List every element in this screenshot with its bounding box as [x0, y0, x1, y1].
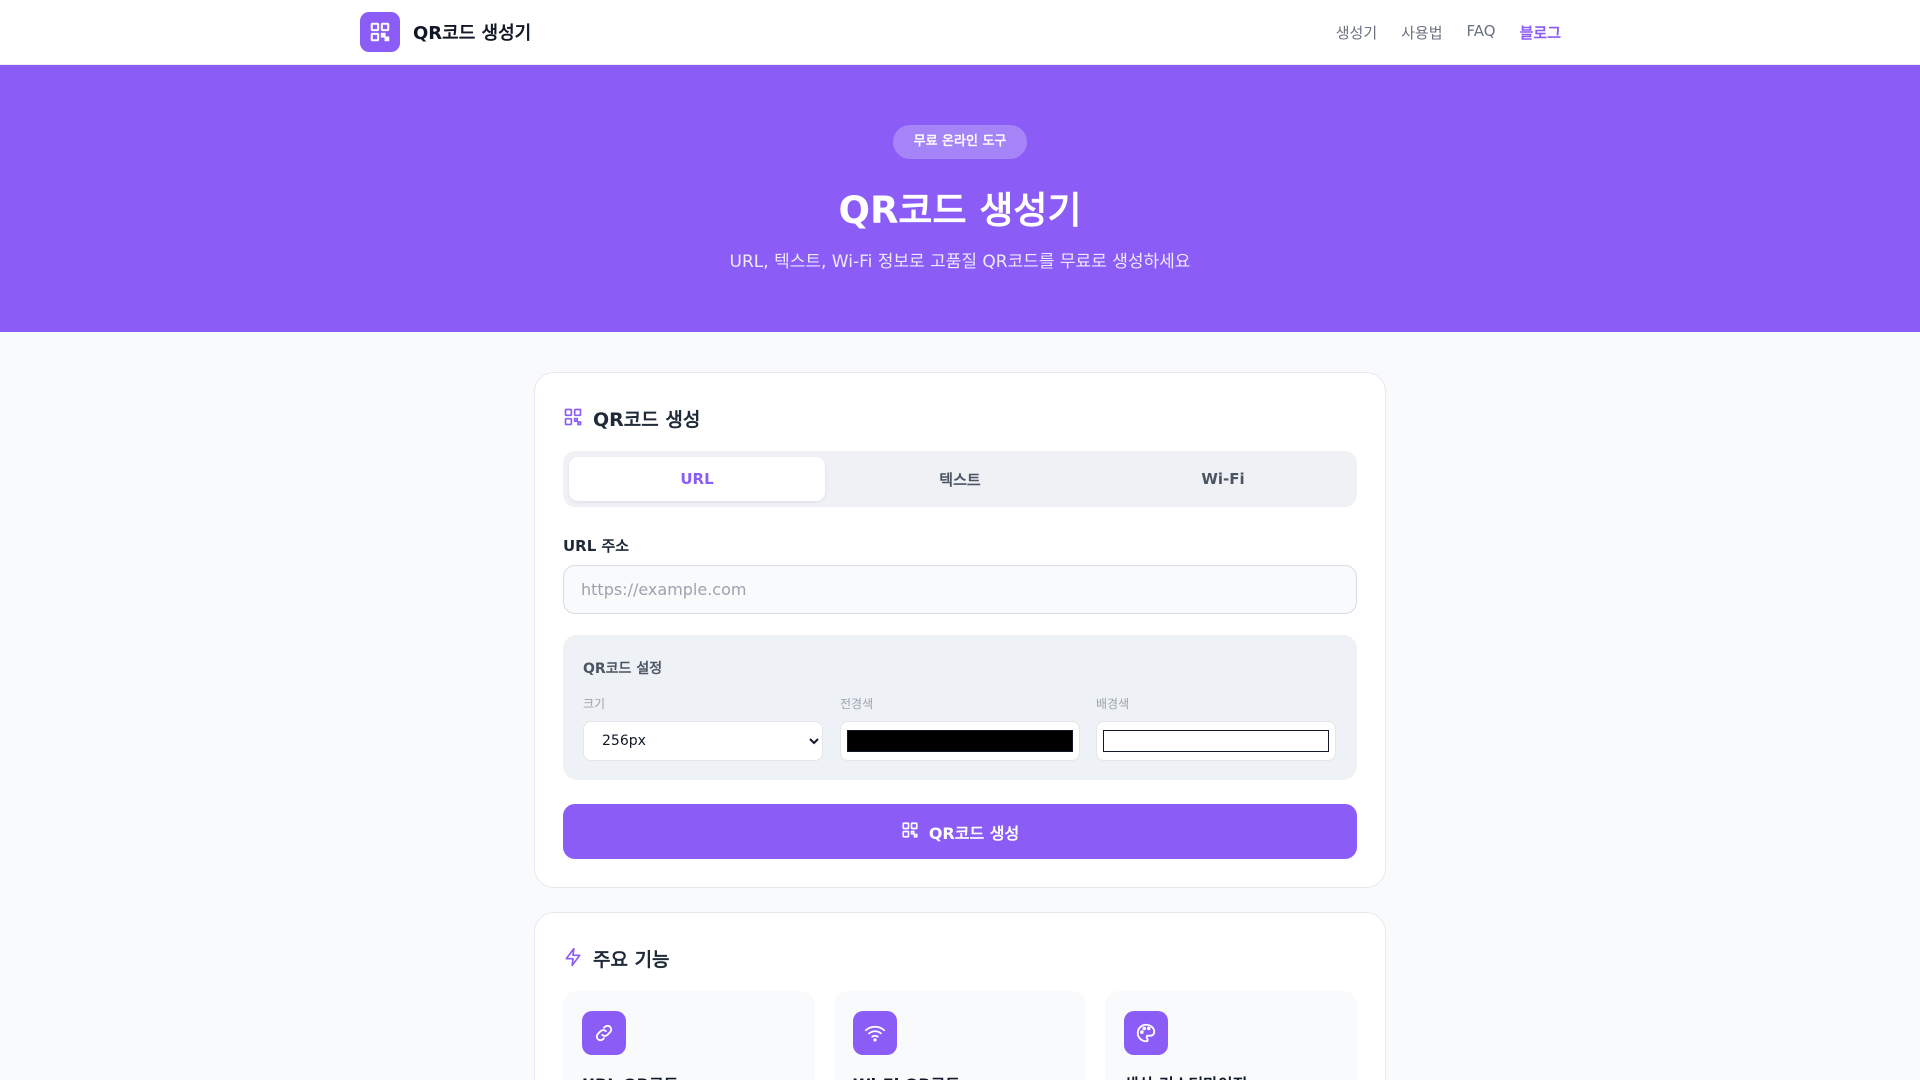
palette-icon [1124, 1011, 1168, 1055]
feature-item-color: 색상 커스터마이징 [1105, 991, 1357, 1080]
tab-text[interactable]: 텍스트 [832, 457, 1088, 501]
features-card: 주요 기능 URL QR코드 Wi-Fi QR코드 [534, 912, 1386, 1080]
qr-logo-icon [360, 12, 400, 52]
features-title: 주요 기능 [593, 949, 670, 971]
foreground-color-label: 전경색 [840, 697, 874, 711]
qr-code-icon [901, 821, 919, 843]
lightning-icon [563, 947, 583, 971]
hero-banner: 무료 온라인 도구 QR코드 생성기 URL, 텍스트, Wi-Fi 정보로 고… [0, 65, 1920, 332]
foreground-color-picker[interactable] [840, 721, 1080, 761]
hero-title: QR코드 생성기 [838, 189, 1082, 232]
link-icon [582, 1011, 626, 1055]
nav-link-blog[interactable]: 블로그 [1520, 22, 1561, 43]
nav-link-howto[interactable]: 사용법 [1401, 22, 1442, 43]
features-grid: URL QR코드 Wi-Fi QR코드 [563, 991, 1357, 1080]
url-input[interactable] [563, 565, 1357, 614]
wifi-icon [853, 1011, 897, 1055]
feature-name: Wi-Fi QR코드 [853, 1071, 960, 1080]
brand-title: QR코드 생성기 [413, 23, 532, 44]
hero-subtitle: URL, 텍스트, Wi-Fi 정보로 고품질 QR코드를 무료로 생성하세요 [729, 252, 1191, 272]
feature-name: 색상 커스터마이징 [1124, 1071, 1247, 1080]
nav-link-generator[interactable]: 생성기 [1336, 22, 1377, 43]
main-nav: 생성기 사용법 FAQ 블로그 [1336, 22, 1561, 43]
input-type-tabs: URL 텍스트 Wi-Fi [563, 451, 1357, 507]
url-field-label: URL 주소 [563, 537, 630, 555]
features-card-header: 주요 기능 [563, 945, 670, 972]
background-color-swatch [1103, 730, 1329, 752]
tab-url[interactable]: URL [569, 457, 825, 501]
brand[interactable]: QR코드 생성기 [360, 12, 531, 52]
hero-badge: 무료 온라인 도구 [893, 125, 1027, 159]
generator-card: QR코드 생성 URL 텍스트 Wi-Fi URL 주소 QR코드 설정 크기 … [534, 372, 1386, 888]
foreground-color-swatch [847, 730, 1073, 752]
generate-button-label: QR코드 생성 [928, 823, 1020, 843]
feature-item-url: URL QR코드 [563, 991, 815, 1080]
size-select[interactable]: 256px [583, 721, 823, 761]
top-navbar: QR코드 생성기 생성기 사용법 FAQ 블로그 [0, 0, 1920, 65]
background-color-label: 배경색 [1096, 697, 1130, 711]
qr-settings-panel: QR코드 설정 크기 전경색 배경색 256px [563, 635, 1357, 780]
nav-link-faq[interactable]: FAQ [1467, 22, 1496, 43]
generator-title: QR코드 생성 [593, 409, 701, 431]
generate-qr-button[interactable]: QR코드 생성 [563, 804, 1357, 859]
tab-wifi[interactable]: Wi-Fi [1095, 457, 1351, 501]
feature-item-wifi: Wi-Fi QR코드 [834, 991, 1086, 1080]
size-label: 크기 [583, 697, 606, 711]
background-color-picker[interactable] [1096, 721, 1336, 761]
feature-name: URL QR코드 [582, 1071, 678, 1080]
settings-title: QR코드 설정 [583, 661, 663, 677]
qr-code-icon [563, 407, 583, 431]
generator-card-header: QR코드 생성 [563, 405, 700, 432]
